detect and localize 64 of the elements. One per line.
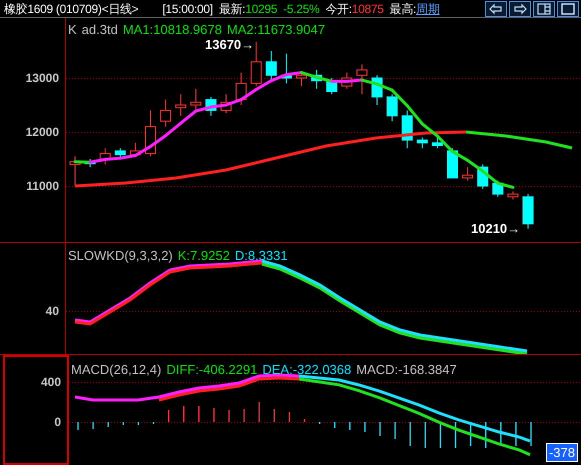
candlestick: [416, 136, 428, 149]
legend-text: DIFF:-406.2291: [166, 361, 258, 379]
axis-label: 11000: [26, 180, 59, 192]
arrow-left-button[interactable]: [485, 0, 507, 16]
open-price-value: 10875: [352, 0, 384, 18]
candlestick: [220, 94, 232, 114]
axis-label: 12000: [26, 126, 59, 138]
legend-text: MACD:-168.3847: [356, 361, 457, 379]
legend-text: D:8.3331: [234, 247, 288, 265]
candlestick: [266, 50, 277, 82]
candlestick: [326, 78, 338, 95]
candlestick: [296, 72, 307, 87]
axis-label: 0: [54, 416, 61, 428]
legend-text: SLOWKD(9,3,3,2): [68, 247, 173, 265]
candlestick: [160, 99, 172, 128]
candlestick: [522, 194, 534, 230]
last-price-label: 最新:: [218, 0, 246, 18]
legend-text: MACD(26,12,4): [71, 361, 162, 379]
axis-label: 400: [40, 376, 61, 388]
low-price-marker: 10210→: [471, 222, 520, 235]
candlestick: [114, 148, 126, 160]
split-panel-button[interactable]: [533, 0, 555, 16]
candlestick: [356, 64, 368, 95]
candlestick: [70, 156, 80, 186]
candlestick: [311, 69, 322, 90]
candlestick: [100, 148, 111, 165]
last-price-value: 10295: [245, 0, 278, 18]
time-label: [15:00:00]: [162, 0, 213, 18]
high-price-marker: 13670→: [205, 38, 254, 51]
candlestick: [84, 158, 96, 168]
candlestick: [372, 74, 382, 106]
legend-text: K:7.9252: [178, 247, 230, 265]
candlestick: [236, 72, 247, 106]
candlestick: [462, 166, 474, 182]
maximize-icon: [559, 2, 577, 16]
candlestick: [386, 94, 398, 122]
candlestick: [447, 148, 458, 178]
candlestick: [402, 110, 413, 149]
high-price-label: 最高:: [390, 0, 416, 18]
value-badge: -378: [546, 443, 578, 462]
legend-text: DEA:-322.0368: [262, 361, 352, 379]
legend-text: ad.3td: [82, 21, 118, 39]
candlestick: [280, 53, 292, 84]
candlestick: [341, 72, 352, 90]
candlestick: [432, 136, 443, 149]
arrow-right-button[interactable]: [509, 0, 531, 16]
candlestick: [190, 88, 202, 111]
candlestick: [250, 41, 262, 87]
candlestick: [145, 110, 156, 157]
candlestick: [492, 180, 504, 198]
axis-label: 13000: [26, 72, 59, 84]
period-link[interactable]: 周期: [416, 0, 440, 18]
open-price-label: 今开:: [325, 0, 352, 18]
maximize-button[interactable]: [557, 0, 579, 16]
candlestick: [175, 94, 186, 116]
axis-label: 40: [46, 305, 59, 317]
candlestick: [130, 142, 141, 157]
legend-text: K: [68, 21, 77, 39]
chart-title: 橡胶1609 (010709)<日线>: [4, 0, 138, 18]
change-percent: -5.25%: [283, 0, 320, 18]
candlestick: [205, 96, 216, 116]
split-panel-icon: [535, 2, 553, 16]
legend-text: MA1:10818.9678: [122, 21, 222, 39]
legend-text: MA2:11673.9047: [226, 21, 325, 39]
